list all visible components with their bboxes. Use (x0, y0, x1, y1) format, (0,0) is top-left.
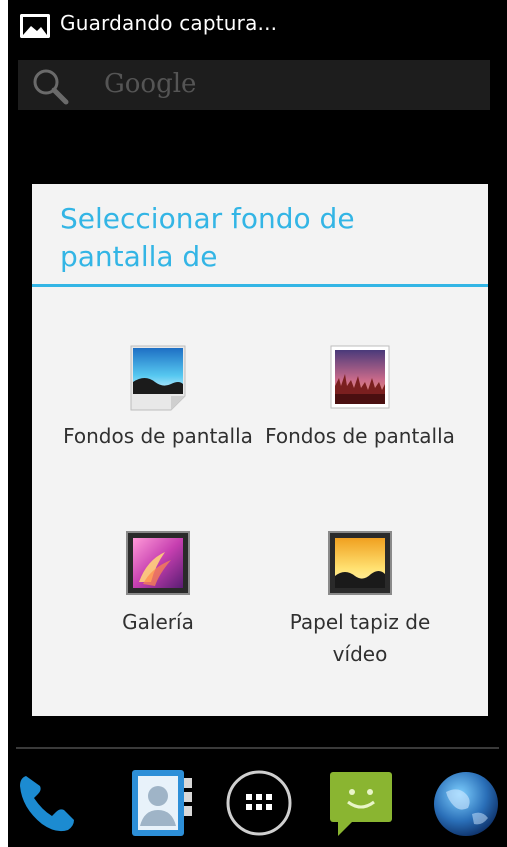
dialog-title: Seleccionar fondo de pantalla de (60, 202, 355, 273)
notification-text: Guardando captura... (60, 11, 278, 35)
option-video-wallpaper[interactable]: Papel tapiz de vídeo (260, 530, 460, 670)
option-wallpapers-live[interactable]: Fondos de pantalla (260, 344, 460, 452)
screenshot-icon (20, 14, 50, 38)
option-gallery[interactable]: Galería (58, 530, 258, 638)
phone-icon[interactable] (12, 768, 82, 838)
wallpaper-chooser-dialog: Seleccionar fondo de pantalla de Fondos … (32, 184, 488, 716)
status-bar: Guardando captura... (8, 0, 507, 44)
contacts-icon[interactable] (126, 768, 196, 838)
option-label: Papel tapiz de vídeo (289, 610, 431, 666)
option-label: Fondos de pantalla (265, 424, 455, 448)
option-wallpapers[interactable]: Fondos de pantalla (58, 344, 258, 452)
messaging-icon[interactable] (326, 768, 396, 838)
wallpapers-sunset-icon (330, 345, 390, 409)
gallery-icon (126, 531, 190, 595)
dialog-title-divider (32, 284, 488, 287)
dock-divider (16, 747, 499, 749)
search-placeholder[interactable]: Google (104, 69, 196, 99)
app-drawer-icon[interactable] (224, 768, 294, 838)
dock (8, 760, 507, 847)
google-search-bar[interactable]: Google (18, 60, 490, 110)
option-label: Fondos de pantalla (63, 424, 253, 448)
option-label: Galería (122, 610, 194, 634)
wallpapers-icon (130, 345, 186, 411)
browser-icon[interactable] (428, 768, 498, 838)
video-wallpaper-icon (328, 531, 392, 595)
home-screen: Guardando captura... Google Seleccionar … (8, 0, 507, 847)
search-icon[interactable] (30, 66, 70, 106)
